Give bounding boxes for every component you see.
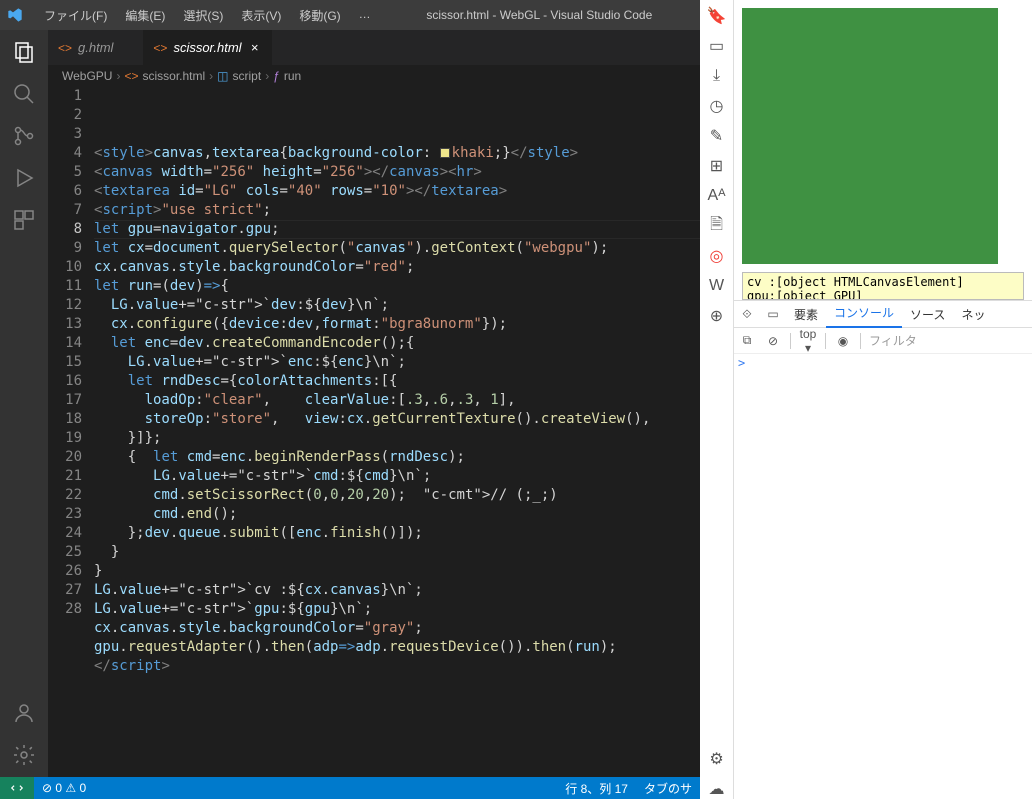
- console-output[interactable]: >: [734, 354, 1032, 799]
- devtools-tab-console[interactable]: コンソール: [826, 300, 902, 328]
- clear-console-icon[interactable]: ⊘: [760, 334, 786, 348]
- cursor-position[interactable]: 行 8、列 17: [557, 780, 636, 797]
- console-filter-input[interactable]: フィルタ: [865, 332, 1032, 349]
- wikipedia-icon[interactable]: W: [707, 276, 727, 296]
- breadcrumb-item[interactable]: script: [233, 69, 262, 83]
- menu-edit[interactable]: 編集(E): [117, 7, 173, 24]
- breadcrumb-item[interactable]: WebGPU: [62, 69, 112, 83]
- menu-go[interactable]: 移動(G): [291, 7, 348, 24]
- history-icon[interactable]: ▭: [707, 36, 727, 56]
- eye-icon[interactable]: ◉: [830, 334, 856, 348]
- line-gutter: 1234567891011121314151617181920212223242…: [48, 87, 94, 777]
- edit-icon[interactable]: ✎: [707, 126, 727, 146]
- add-panel-icon[interactable]: ⊕: [707, 306, 727, 326]
- tab-label: g.html: [78, 40, 113, 55]
- search-icon[interactable]: [12, 82, 36, 106]
- console-prompt: >: [738, 356, 745, 370]
- html-file-icon: <>: [153, 41, 167, 55]
- clock-icon[interactable]: ◷: [707, 96, 727, 116]
- browser-sidetabs: 🔖 ▭ ⤓ ◷ ✎ ⊞ Aᴬ 🗎 ◎ W ⊕ ⚙ ☁: [700, 0, 734, 799]
- extensions-icon[interactable]: [12, 208, 36, 232]
- menu-file[interactable]: ファイル(F): [36, 7, 115, 24]
- breadcrumb-item[interactable]: run: [284, 69, 301, 83]
- devtools-toolbar: ⧉ ⊘ top ▾ ◉ フィルタ: [734, 328, 1032, 354]
- sidebar-toggle-icon[interactable]: ⧉: [734, 333, 760, 348]
- window-title: scissor.html - WebGL - Visual Studio Cod…: [379, 8, 700, 22]
- tab-g-html[interactable]: <> g.html: [48, 30, 143, 65]
- close-icon[interactable]: ×: [248, 40, 262, 55]
- source-control-icon[interactable]: [12, 124, 36, 148]
- log-textarea[interactable]: cv :[object HTMLCanvasElement] gpu:[obje…: [742, 272, 1024, 300]
- activity-bar: [0, 30, 48, 777]
- context-selector[interactable]: top ▾: [795, 327, 821, 355]
- settings-gear-icon[interactable]: [12, 743, 36, 767]
- device-icon[interactable]: ▭: [760, 307, 786, 321]
- tab-size[interactable]: タブのサ: [636, 780, 700, 797]
- vivaldi-icon[interactable]: ◎: [707, 246, 727, 266]
- vscode-window: ファイル(F) 編集(E) 選択(S) 表示(V) 移動(G) … scisso…: [0, 0, 700, 799]
- html-file-icon: <>: [58, 41, 72, 55]
- tab-scissor-html[interactable]: <> scissor.html ×: [143, 30, 271, 65]
- vscode-logo-icon: [0, 7, 30, 23]
- bookmark-icon[interactable]: 🔖: [707, 6, 727, 26]
- menu-select[interactable]: 選択(S): [175, 7, 231, 24]
- titlebar: ファイル(F) 編集(E) 選択(S) 表示(V) 移動(G) … scisso…: [0, 0, 700, 30]
- code-editor[interactable]: 1234567891011121314151617181920212223242…: [48, 87, 700, 777]
- remote-icon[interactable]: [0, 777, 34, 799]
- problems-count[interactable]: ⊘ 0 ⚠ 0: [34, 781, 94, 795]
- cloud-icon[interactable]: ☁: [707, 779, 727, 799]
- account-icon[interactable]: [12, 701, 36, 725]
- browser-panel: 🔖 ▭ ⤓ ◷ ✎ ⊞ Aᴬ 🗎 ◎ W ⊕ ⚙ ☁ cv :[object H…: [700, 0, 1032, 799]
- settings-gear-icon[interactable]: ⚙: [707, 749, 727, 769]
- status-bar: ⊘ 0 ⚠ 0 行 8、列 17 タブのサ: [0, 777, 700, 799]
- download-icon[interactable]: ⤓: [707, 66, 727, 86]
- explorer-icon[interactable]: [12, 40, 36, 64]
- tab-label: scissor.html: [173, 40, 241, 55]
- menu-more[interactable]: …: [351, 7, 379, 24]
- devtools-tab-network[interactable]: ネッ: [953, 306, 993, 323]
- breadcrumb[interactable]: WebGPU › <> scissor.html › ◫ script › ƒ …: [48, 65, 700, 87]
- window-icon[interactable]: ⊞: [707, 156, 727, 176]
- devtools-tab-sources[interactable]: ソース: [902, 306, 953, 323]
- menu-view[interactable]: 表示(V): [233, 7, 289, 24]
- page-render: [734, 0, 1032, 272]
- webgpu-canvas: [742, 8, 998, 264]
- code-area[interactable]: <style>canvas,textarea{background-color:…: [94, 87, 700, 777]
- debug-icon[interactable]: [12, 166, 36, 190]
- tab-bar: <> g.html <> scissor.html ×: [48, 30, 700, 65]
- menu-bar: ファイル(F) 編集(E) 選択(S) 表示(V) 移動(G) …: [30, 7, 379, 24]
- browser-content: cv :[object HTMLCanvasElement] gpu:[obje…: [734, 0, 1032, 799]
- inspect-icon[interactable]: ⟐: [734, 307, 760, 322]
- breadcrumb-item[interactable]: scissor.html: [142, 69, 205, 83]
- file-icon[interactable]: 🗎: [707, 216, 727, 236]
- translate-icon[interactable]: Aᴬ: [707, 186, 727, 206]
- devtools-tab-elements[interactable]: 要素: [786, 306, 826, 323]
- editor-group: <> g.html <> scissor.html × WebGPU › <> …: [48, 30, 700, 777]
- devtools-tabs: ⟐ ▭ 要素 コンソール ソース ネッ: [734, 300, 1032, 328]
